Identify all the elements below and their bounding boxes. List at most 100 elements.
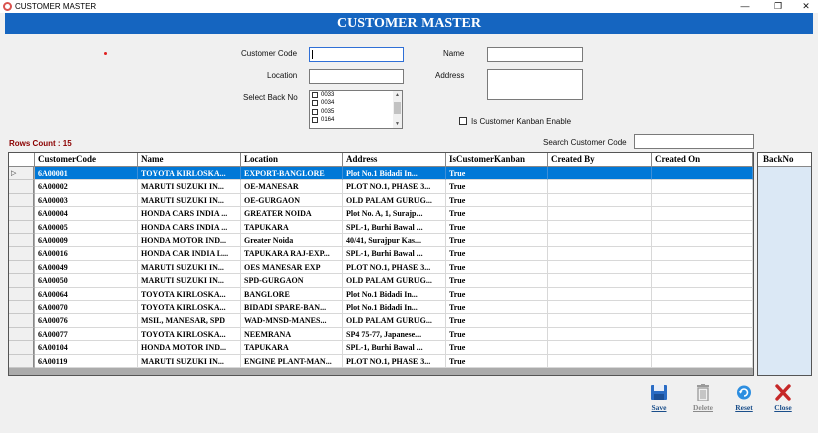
column-header[interactable]: CustomerCode (35, 153, 138, 167)
table-cell[interactable]: TOYOTA KIRLOSKA... (138, 167, 241, 181)
table-cell[interactable]: True (446, 301, 548, 315)
table-cell[interactable] (548, 260, 652, 275)
table-cell[interactable]: Plot No. A, 1, Surajp... (343, 207, 446, 221)
close-button[interactable]: Close (768, 384, 798, 414)
table-cell[interactable] (652, 207, 753, 221)
table-row[interactable]: 6A00003 MARUTI SUZUKI IN... OE-GURGAON OLD … (9, 193, 753, 208)
column-header[interactable]: Address (343, 153, 446, 167)
checklist-scrollbar[interactable]: ▲ ▼ (393, 91, 402, 128)
column-header[interactable]: IsCustomerKanban (446, 153, 548, 167)
table-row[interactable]: 6A00104 HONDA MOTOR IND... TAPUKARA SPL-1, … (9, 341, 753, 355)
table-row[interactable]: 6A00049 MARUTI SUZUKI IN... OES MANESAR EX… (9, 260, 753, 275)
scroll-thumb[interactable] (394, 102, 401, 114)
checkbox[interactable] (312, 116, 318, 123)
table-cell[interactable] (548, 354, 652, 368)
table-cell[interactable]: True (446, 354, 548, 368)
table-cell[interactable]: WAD-MNSD-MANES... (241, 314, 343, 328)
row-header[interactable] (9, 234, 34, 248)
table-cell[interactable]: 6A00002 (35, 180, 138, 194)
location-input[interactable] (309, 69, 404, 84)
customer-code-input[interactable] (309, 47, 404, 62)
table-cell[interactable]: True (446, 314, 548, 328)
table-cell[interactable]: MSIL, MANESAR, SPD (138, 314, 241, 328)
row-header[interactable] (9, 207, 34, 221)
table-cell[interactable]: True (446, 274, 548, 288)
row-header[interactable] (9, 180, 34, 194)
table-cell[interactable]: OE-GURGAON (241, 193, 343, 208)
table-cell[interactable] (548, 327, 652, 342)
customer-grid[interactable]: CustomerCode Name Location Address IsCus… (8, 152, 754, 376)
table-cell[interactable] (548, 207, 652, 221)
table-cell[interactable] (652, 247, 753, 261)
table-cell[interactable] (652, 234, 753, 248)
table-cell[interactable]: OLD PALAM GURUG... (343, 274, 446, 288)
table-cell[interactable]: TAPUKARA (241, 341, 343, 355)
table-cell[interactable]: True (446, 207, 548, 221)
table-cell[interactable] (548, 220, 652, 234)
table-cell[interactable] (548, 314, 652, 328)
table-cell[interactable]: PLOT NO.1, PHASE 3... (343, 260, 446, 275)
address-textarea[interactable] (487, 69, 583, 100)
table-cell[interactable] (652, 274, 753, 288)
column-header[interactable]: Location (241, 153, 343, 167)
table-cell[interactable]: True (446, 180, 548, 194)
checkbox[interactable] (312, 92, 318, 98)
table-cell[interactable]: OLD PALAM GURUG... (343, 314, 446, 328)
table-cell[interactable] (652, 314, 753, 328)
row-header[interactable] (9, 260, 34, 275)
table-cell[interactable]: 6A00104 (35, 341, 138, 355)
table-cell[interactable]: TOYOTA KIRLOSKA... (138, 301, 241, 315)
table-row[interactable]: 6A00050 MARUTI SUZUKI IN... SPD-GURGAON OLD… (9, 274, 753, 288)
table-cell[interactable]: HONDA MOTOR IND... (138, 234, 241, 248)
table-cell[interactable]: OES MANESAR EXP (241, 260, 343, 275)
table-cell[interactable] (548, 193, 652, 208)
back-no-option[interactable]: 0033 (310, 91, 402, 99)
table-cell[interactable]: Greater Noida (241, 234, 343, 248)
table-cell[interactable]: Plot No.1 Bidadi In... (343, 301, 446, 315)
table-cell[interactable]: BANGLORE (241, 287, 343, 301)
table-cell[interactable]: PLOT NO.1, PHASE 3... (343, 180, 446, 194)
table-cell[interactable]: TOYOTA KIRLOSKA... (138, 327, 241, 342)
table-cell[interactable]: True (446, 247, 548, 261)
table-cell[interactable]: TAPUKARA (241, 220, 343, 234)
reset-button[interactable]: Reset (729, 384, 759, 414)
name-input[interactable] (487, 47, 583, 62)
table-cell[interactable] (548, 234, 652, 248)
table-cell[interactable]: 6A00077 (35, 327, 138, 342)
table-row[interactable]: 6A00009 HONDA MOTOR IND... Greater Noida 4… (9, 234, 753, 248)
table-cell[interactable] (548, 341, 652, 355)
row-header[interactable] (9, 301, 34, 315)
column-header[interactable]: Created On (652, 153, 753, 167)
back-no-option[interactable]: 0035 (310, 108, 402, 116)
table-cell[interactable]: ENGINE PLANT-MAN... (241, 354, 343, 368)
table-cell[interactable] (652, 301, 753, 315)
table-cell[interactable]: EXPORT-BANGLORE (241, 167, 343, 181)
table-cell[interactable]: 6A00001 (35, 167, 138, 181)
table-cell[interactable]: 6A00119 (35, 354, 138, 368)
table-cell[interactable]: TOYOTA KIRLOSKA... (138, 287, 241, 301)
table-cell[interactable] (548, 167, 652, 181)
row-header[interactable] (9, 314, 34, 328)
table-cell[interactable] (548, 287, 652, 301)
row-header[interactable] (9, 354, 34, 368)
table-cell[interactable]: MARUTI SUZUKI IN... (138, 180, 241, 194)
current-row-indicator-icon[interactable]: ▷ (9, 167, 34, 181)
table-cell[interactable] (652, 220, 753, 234)
row-header[interactable] (9, 341, 34, 355)
table-cell[interactable]: NEEMRANA (241, 327, 343, 342)
checkbox[interactable] (312, 100, 318, 107)
kanban-enable-checkbox[interactable] (459, 117, 467, 125)
table-cell[interactable]: BIDADI SPARE-BAN... (241, 301, 343, 315)
table-cell[interactable] (652, 180, 753, 194)
table-cell[interactable]: MARUTI SUZUKI IN... (138, 274, 241, 288)
table-cell[interactable] (652, 287, 753, 301)
table-cell[interactable]: 6A00005 (35, 220, 138, 234)
scroll-down-icon[interactable]: ▼ (393, 120, 402, 128)
back-no-option[interactable]: 0034 (310, 99, 402, 107)
table-cell[interactable]: True (446, 287, 548, 301)
scroll-up-icon[interactable]: ▲ (393, 91, 402, 99)
table-cell[interactable]: True (446, 327, 548, 342)
table-cell[interactable]: MARUTI SUZUKI IN... (138, 354, 241, 368)
table-cell[interactable]: MARUTI SUZUKI IN... (138, 260, 241, 275)
table-row[interactable]: 6A00119 MARUTI SUZUKI IN... ENGINE PLANT-M… (9, 354, 753, 368)
